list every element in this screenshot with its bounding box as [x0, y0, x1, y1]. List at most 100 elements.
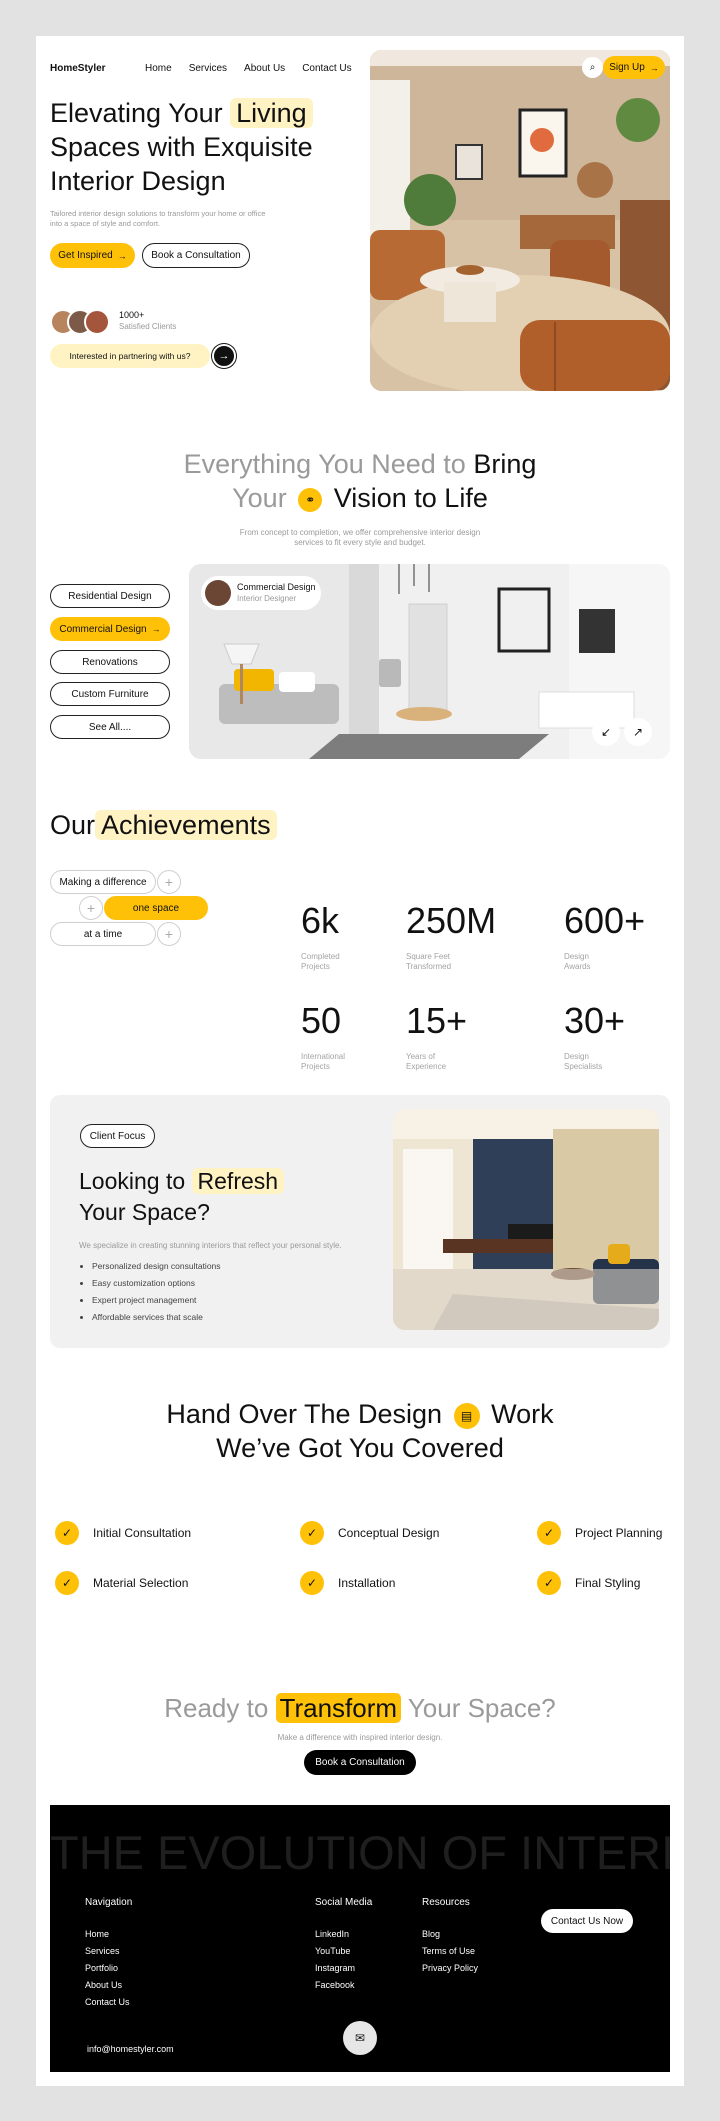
hero-subtitle: Tailored interior design solutions to tr…: [50, 209, 266, 228]
nav-contact[interactable]: Contact Us: [302, 63, 351, 74]
step-project-planning: ✓ Project Planning: [537, 1521, 662, 1545]
step-material-selection: ✓ Material Selection: [55, 1571, 188, 1595]
designer-card-role: Interior Designer: [237, 594, 297, 603]
plus-icon: +: [157, 870, 181, 894]
refresh-room-image: [393, 1109, 659, 1330]
refresh-bullets: Personalized design consultations Easy c…: [92, 1258, 221, 1326]
services-desc: From concept to completion, we offer com…: [239, 528, 481, 547]
designer-avatar: [205, 580, 231, 606]
contact-us-now-button[interactable]: Contact Us Now: [541, 1909, 633, 1933]
mail-icon: ✉: [354, 2031, 366, 2045]
brand-logo[interactable]: HomeStyler: [50, 63, 106, 74]
service-commercial[interactable]: Commercial Design →: [50, 617, 170, 641]
footer-resources-title: Resources: [422, 1897, 470, 1908]
mail-button[interactable]: ✉: [343, 2021, 377, 2055]
partner-prompt: Interested in partnering with us?: [50, 344, 210, 368]
client-avatars: [50, 309, 112, 335]
arrow-right-icon: →: [649, 62, 659, 73]
service-see-all[interactable]: See All....: [50, 715, 170, 739]
check-icon: ✓: [300, 1571, 324, 1595]
hero-title-line2: Spaces with Exquisite: [50, 132, 313, 162]
footer-link-about[interactable]: About Us: [85, 1977, 130, 1994]
list-item: Easy customization options: [92, 1275, 221, 1292]
book-consultation-button[interactable]: Book a Consultation: [142, 243, 250, 268]
footer-link-facebook[interactable]: Facebook: [315, 1977, 355, 1994]
footer-link-privacy[interactable]: Privacy Policy: [422, 1960, 478, 1977]
footer-link-instagram[interactable]: Instagram: [315, 1960, 355, 1977]
cta-book-consultation-button[interactable]: Book a Consultation: [304, 1750, 416, 1775]
arrow-right-icon: →: [218, 350, 230, 362]
footer-nav-links: Home Services Portfolio About Us Contact…: [85, 1926, 130, 2011]
link-icon: ⚭: [298, 487, 323, 512]
arrow-right-icon: →: [117, 250, 127, 261]
avatar: [84, 309, 110, 335]
footer-email[interactable]: info@homestyler.com: [87, 2044, 174, 2054]
footer-nav-title: Navigation: [85, 1897, 133, 1908]
clients-label: Satisfied Clients: [119, 322, 177, 331]
main-nav: Home Services About Us Contact Us: [145, 63, 352, 74]
hero-title-line3: Interior Design: [50, 166, 226, 196]
refresh-desc: We specialize in creating stunning inter…: [79, 1241, 342, 1250]
service-residential[interactable]: Residential Design: [50, 584, 170, 608]
footer-link-linkedin[interactable]: LinkedIn: [315, 1926, 355, 1943]
stat-international-projects: 50 International Projects: [301, 1000, 346, 1071]
footer-link-portfolio[interactable]: Portfolio: [85, 1960, 130, 1977]
arrow-up-right-icon: ↗: [632, 725, 644, 739]
stat-completed-projects: 6k Completed Projects: [301, 900, 340, 971]
footer-link-contact[interactable]: Contact Us: [85, 1994, 130, 2011]
nav-about[interactable]: About Us: [244, 63, 285, 74]
page: HomeStyler Home Services About Us Contac…: [36, 36, 684, 2086]
cta-title: Ready to Transform Your Space?: [164, 1693, 556, 1723]
check-icon: ✓: [55, 1571, 79, 1595]
footer-social-links: LinkedIn YouTube Instagram Facebook: [315, 1926, 355, 1994]
achievements-title: Our Achievements: [50, 808, 277, 842]
footer-marquee: THE EVOLUTION OF INTERI: [50, 1826, 670, 1879]
cta-subtitle: Make a difference with inspired interior…: [277, 1733, 443, 1742]
signup-label: Sign Up: [609, 62, 645, 73]
footer-link-blog[interactable]: Blog: [422, 1926, 478, 1943]
next-slide-button[interactable]: ↗: [624, 718, 652, 746]
clipboard-icon: ▤: [453, 1402, 480, 1429]
check-icon: ✓: [537, 1571, 561, 1595]
arrow-down-left-icon: ↙: [600, 725, 612, 739]
footer-link-terms[interactable]: Terms of Use: [422, 1943, 478, 1960]
footer: THE EVOLUTION OF INTERI Navigation Home …: [50, 1805, 670, 2072]
step-final-styling: ✓ Final Styling: [537, 1571, 640, 1595]
stat-design-specialists: 30+ Design Specialists: [564, 1000, 626, 1071]
tag-at-a-time: at a time: [50, 922, 156, 946]
clients-count: 1000+: [119, 310, 145, 320]
prev-slide-button[interactable]: ↙: [592, 718, 620, 746]
footer-link-youtube[interactable]: YouTube: [315, 1943, 355, 1960]
step-initial-consultation: ✓ Initial Consultation: [55, 1521, 191, 1545]
service-custom-furniture[interactable]: Custom Furniture: [50, 682, 170, 706]
nav-home[interactable]: Home: [145, 63, 172, 74]
client-focus-tag: Client Focus: [80, 1124, 155, 1148]
footer-resources-links: Blog Terms of Use Privacy Policy: [422, 1926, 478, 1977]
refresh-title: Looking to Refresh Your Space?: [79, 1166, 285, 1228]
footer-link-services[interactable]: Services: [85, 1943, 130, 1960]
partner-arrow-button[interactable]: →: [212, 344, 236, 368]
nav-services[interactable]: Services: [189, 63, 227, 74]
hero-title-line1: Elevating Your: [50, 98, 223, 128]
step-conceptual-design: ✓ Conceptual Design: [300, 1521, 439, 1545]
footer-link-home[interactable]: Home: [85, 1926, 130, 1943]
search-icon: ⌕: [589, 62, 596, 73]
stat-design-awards: 600+ Design Awards: [564, 900, 646, 971]
services-title: Everything You Need to Bring Your ⚭ Visi…: [183, 449, 537, 513]
handover-title: Hand Over The Design ▤ Work We’ve Got Yo…: [166, 1399, 554, 1463]
tag-one-space: one space: [104, 896, 208, 920]
service-renovations[interactable]: Renovations: [50, 650, 170, 674]
list-item: Personalized design consultations: [92, 1258, 221, 1275]
stat-years-experience: 15+ Years of Experience: [406, 1000, 468, 1071]
plus-icon: +: [79, 896, 103, 920]
designer-card: Commercial Design Interior Designer: [201, 576, 321, 610]
plus-icon: +: [157, 922, 181, 946]
check-icon: ✓: [300, 1521, 324, 1545]
arrow-right-icon: →: [151, 624, 161, 634]
check-icon: ✓: [537, 1521, 561, 1545]
signup-button[interactable]: Sign Up →: [603, 56, 665, 79]
tag-making-difference: Making a difference: [50, 870, 156, 894]
get-inspired-button[interactable]: Get Inspired →: [50, 243, 135, 268]
list-item: Expert project management: [92, 1292, 221, 1309]
search-button[interactable]: ⌕: [582, 57, 603, 78]
